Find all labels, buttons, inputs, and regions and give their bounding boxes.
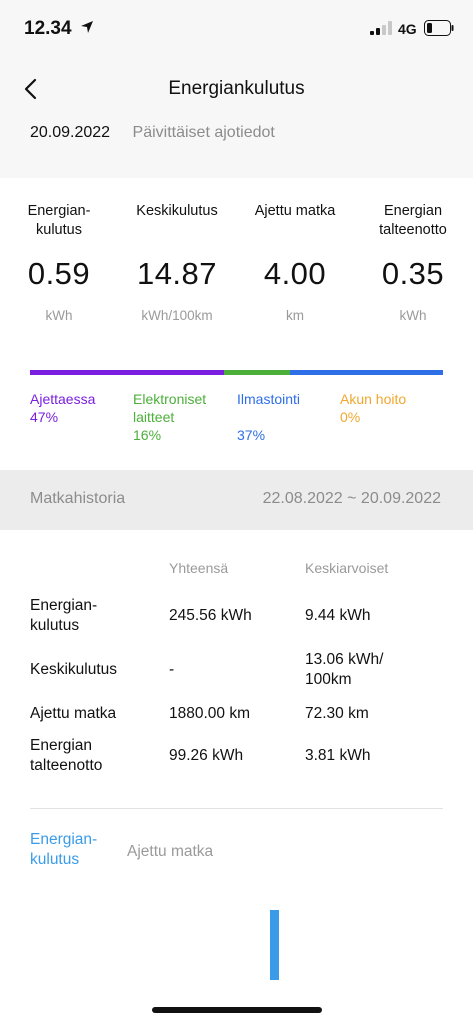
stat-label: Ajettu matka (254, 203, 336, 219)
row-label: Keskikulutus (30, 661, 118, 678)
legend-percent: 37% (237, 427, 266, 443)
stat-unit: km (286, 308, 304, 323)
nav-bar: Energiankulutus (0, 70, 473, 110)
legend-battery-care: Akun hoito 0% (340, 390, 406, 426)
cellular-signal-icon (370, 21, 392, 35)
status-bar: 12.34 4G (0, 0, 473, 56)
trip-history-card: Yhteensä Keskiarvoiset Energian- kulutus… (0, 530, 473, 1024)
stat-label: Energian- kulutus (27, 203, 91, 238)
history-chart-bar (270, 910, 279, 980)
stat-label: Energian talteenotto (379, 203, 447, 238)
legend-label: Ilmastointi (237, 391, 301, 407)
legend-driving: Ajettaessa 47% (30, 390, 95, 426)
tab-energy-consumption[interactable]: Energian- kulutus (30, 830, 97, 870)
stat-value: 14.87 (136, 256, 218, 291)
row-average: 3.81 kWh (305, 747, 371, 764)
home-indicator (152, 1007, 322, 1013)
row-total: - (169, 661, 175, 678)
stat-label: Keskikulutus (136, 203, 218, 219)
stat-value: 0.35 (381, 256, 445, 291)
divider (30, 808, 443, 809)
trip-history-title: Matkahistoria (30, 490, 126, 507)
network-type: 4G (398, 21, 417, 37)
trip-history-header: Matkahistoria 22.08.2022 ~ 20.09.2022 (0, 470, 473, 530)
date-range-selector[interactable]: 22.08.2022 ~ 20.09.2022 (263, 490, 441, 508)
location-arrow-icon (81, 21, 93, 33)
stat-unit: kWh (399, 308, 427, 323)
stat-unit: kWh/100km (141, 308, 213, 323)
row-average: 9.44 kWh (305, 607, 371, 624)
breakdown-segment (30, 370, 225, 375)
stat-average-consumption: Keskikulutus 14.87 kWh/100km (122, 202, 232, 323)
daily-summary-card: Energian- kulutus 0.59 kWh Keskikulutus … (0, 178, 473, 470)
column-header-total: Yhteensä (169, 560, 229, 576)
legend-percent: 16% (133, 427, 162, 443)
stat-value: 4.00 (263, 256, 327, 291)
battery-icon (424, 20, 454, 36)
legend-percent: 0% (340, 409, 361, 425)
column-header-average: Keskiarvoiset (305, 560, 389, 576)
legend-air-conditioning: Ilmastointi 37% (237, 390, 300, 444)
legend-electronics: Elektroniset laitteet 16% (133, 390, 206, 444)
legend-percent: 47% (30, 409, 59, 425)
tab-distance[interactable]: Ajettu matka (127, 842, 213, 862)
stat-energy-consumption: Energian- kulutus 0.59 kWh (4, 202, 114, 323)
stat-energy-recovery: Energian talteenotto 0.35 kWh (358, 202, 468, 323)
breakdown-segment (224, 370, 291, 375)
selected-date: 20.09.2022 (30, 124, 111, 141)
stat-unit: kWh (45, 308, 73, 323)
status-time: 12.34 (24, 18, 72, 39)
row-label: Ajettu matka (30, 705, 117, 722)
legend-label: Ajettaessa (30, 391, 96, 407)
date-row: 20.09.2022 Päivittäiset ajotiedot (30, 124, 275, 142)
legend-label: Akun hoito (340, 391, 407, 407)
row-label: Energian talteenotto (30, 737, 103, 774)
row-total: 99.26 kWh (169, 747, 244, 764)
row-label: Energian- kulutus (30, 597, 98, 634)
row-total: 1880.00 km (169, 705, 250, 722)
breakdown-segment (290, 370, 443, 375)
stat-distance: Ajettu matka 4.00 km (240, 202, 350, 323)
row-average: 13.06 kWh/ 100km (305, 651, 384, 688)
legend-label: Elektroniset laitteet (133, 391, 207, 425)
stat-value: 0.59 (27, 256, 91, 291)
consumption-breakdown-bar (30, 370, 443, 375)
row-average: 72.30 km (305, 705, 369, 722)
daily-data-label: Päivittäiset ajotiedot (132, 124, 275, 141)
row-total: 245.56 kWh (169, 607, 252, 624)
page-title: Energiankulutus (168, 78, 305, 99)
